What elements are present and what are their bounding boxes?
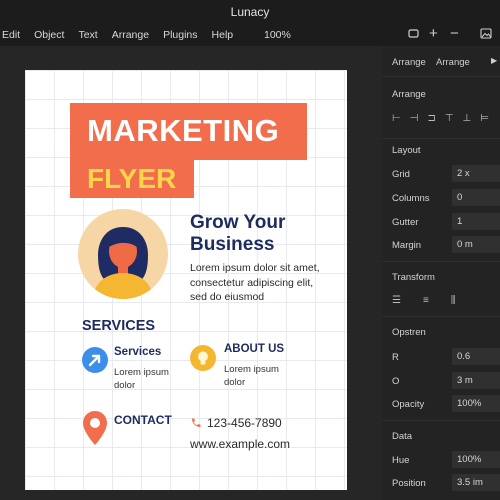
align-toolbar: ⊢ ⊣ ⊐ ⊤ ⊥ ⊨ <box>392 113 489 124</box>
panel-tab-arrange-1[interactable]: Arrange <box>392 57 426 68</box>
distribute-center-icon[interactable]: ≡ <box>423 295 429 306</box>
transform-toolbar: ☰ ≡ ⫼ <box>392 295 455 306</box>
align-left-icon[interactable]: ⊢ <box>392 113 401 124</box>
o-field[interactable]: 3 m <box>452 372 500 389</box>
inspector-panel: Arrange Arrange ▶ Arrange ⊢ ⊣ ⊐ ⊤ ⊥ ⊨ La… <box>382 46 500 500</box>
menu-object[interactable]: Object <box>34 29 64 41</box>
divider <box>382 261 500 262</box>
location-pin-icon <box>82 410 108 446</box>
flyer-artboard[interactable]: MARKETING FLYER Grow Your Business Lorem… <box>25 70 347 490</box>
grid-field[interactable]: 2 x <box>452 165 500 182</box>
columns-label: Columns <box>392 193 430 204</box>
website-url[interactable]: www.example.com <box>190 437 290 451</box>
about-body[interactable]: Lorem ipsum dolor <box>224 363 294 389</box>
services-body[interactable]: Lorem ipsum dolor <box>114 366 184 392</box>
avatar-illustration[interactable] <box>78 209 168 299</box>
hue-field[interactable]: 100% <box>452 451 500 468</box>
data-heading: Data <box>392 431 413 442</box>
hue-label: Hue <box>392 455 410 466</box>
menu-help[interactable]: Help <box>212 29 234 41</box>
arrange-heading: Arrange <box>392 89 426 100</box>
divider <box>382 76 500 77</box>
headline-grow-business[interactable]: Grow Your Business <box>190 212 330 256</box>
gutter-field[interactable]: 1 <box>452 213 500 230</box>
o-label: O <box>392 376 400 387</box>
gutter-label: Gutter <box>392 217 419 228</box>
arrow-icon <box>82 347 108 373</box>
services-heading[interactable]: SERVICES <box>82 318 155 334</box>
distribute-spacing-icon[interactable]: ⫼ <box>451 295 456 306</box>
grid-label: Grid <box>392 169 410 180</box>
columns-field[interactable]: 0 <box>452 189 500 206</box>
divider <box>382 138 500 139</box>
headline-marketing[interactable]: MARKETING <box>70 103 307 160</box>
position-label: Position <box>392 478 426 489</box>
phone-number: 123-456-7890 <box>207 416 282 430</box>
title-bar: Lunacy <box>0 0 500 24</box>
opacity-field[interactable]: 100% <box>452 395 500 412</box>
body-text[interactable]: Lorem ipsum dolor sit amet, consectetur … <box>190 261 330 305</box>
layout-heading: Layout <box>392 145 421 156</box>
services-title[interactable]: Services <box>114 346 161 358</box>
plus-icon[interactable]: + <box>429 25 438 42</box>
app-window: Lunacy Edit Object Text Arrange Plugins … <box>0 0 500 500</box>
r-label: R <box>392 352 399 363</box>
zoom-level[interactable]: 100% <box>264 29 291 41</box>
r-field[interactable]: 0.6 <box>452 348 500 365</box>
margin-field[interactable]: 0 m <box>452 236 500 253</box>
caret-right-icon[interactable]: ▶ <box>491 56 497 65</box>
divider <box>382 316 500 317</box>
opstren-heading: Opstren <box>392 327 426 338</box>
opacity-label: Opacity <box>392 399 425 410</box>
menu-plugins[interactable]: Plugins <box>163 29 197 41</box>
frame-icon[interactable] <box>408 28 419 42</box>
window-title: Lunacy <box>230 5 270 19</box>
distribute-left-icon[interactable]: ☰ <box>392 295 401 306</box>
phone-line[interactable]: 123-456-7890 <box>190 416 282 430</box>
image-icon[interactable] <box>480 28 492 42</box>
transform-heading: Transform <box>392 272 435 283</box>
divider <box>382 420 500 421</box>
margin-label: Margin <box>392 240 422 251</box>
headline-flyer[interactable]: FLYER <box>70 160 194 198</box>
menu-bar: Edit Object Text Arrange Plugins Help 10… <box>0 24 500 46</box>
menu-edit[interactable]: Edit <box>2 29 20 41</box>
contact-heading[interactable]: CONTACT <box>114 413 172 427</box>
align-bottom-icon[interactable]: ⊨ <box>480 113 489 124</box>
lightbulb-icon <box>190 345 216 371</box>
about-title[interactable]: ABOUT US <box>224 343 284 355</box>
menu-text[interactable]: Text <box>78 29 97 41</box>
position-field[interactable]: 3.5 im <box>452 474 500 491</box>
align-right-icon[interactable]: ⊐ <box>427 113 435 124</box>
menu-arrange[interactable]: Arrange <box>112 29 149 41</box>
phone-icon <box>190 417 202 429</box>
minus-icon[interactable]: − <box>450 25 459 42</box>
panel-tab-arrange-2[interactable]: Arrange <box>436 57 470 68</box>
align-top-icon[interactable]: ⊤ <box>445 113 454 124</box>
align-middle-icon[interactable]: ⊥ <box>463 113 472 124</box>
align-center-h-icon[interactable]: ⊣ <box>410 113 419 124</box>
